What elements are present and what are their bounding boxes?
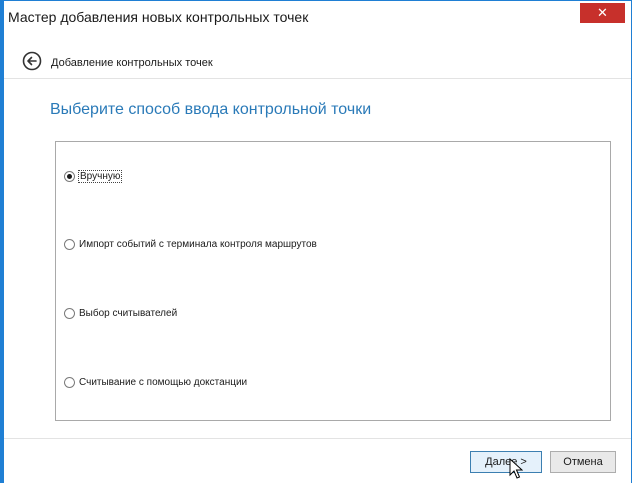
page-heading: Выберите способ ввода контрольной точки (50, 101, 372, 118)
radio-button[interactable] (64, 308, 75, 319)
title-bar[interactable]: Мастер добавления новых контрольных точе… (4, 1, 631, 31)
option-label: Считывание с помощью докстанции (79, 377, 248, 388)
cancel-button[interactable]: Отмена (550, 451, 616, 473)
next-button[interactable]: Далее > (470, 451, 542, 473)
options-group: Вручную Импорт событий с терминала контр… (55, 141, 611, 421)
option-import-events[interactable]: Импорт событий с терминала контроля марш… (64, 239, 317, 250)
option-manual[interactable]: Вручную (64, 170, 123, 183)
wizard-nav: Добавление контрольных точек (4, 45, 631, 79)
option-dock-station[interactable]: Считывание с помощью докстанции (64, 377, 247, 388)
mouse-pointer-icon (509, 458, 523, 479)
option-label: Выбор считывателей (79, 308, 178, 319)
radio-button[interactable] (64, 171, 75, 182)
radio-button[interactable] (64, 239, 75, 250)
footer-divider (4, 438, 631, 439)
close-button[interactable]: ✕ (580, 3, 625, 23)
step-title: Добавление контрольных точек (51, 57, 213, 69)
wizard-window: Мастер добавления новых контрольных точе… (0, 0, 632, 483)
back-arrow-circle-icon[interactable] (22, 51, 42, 71)
option-label: Импорт событий с терминала контроля марш… (79, 239, 317, 250)
option-label: Вручную (77, 170, 123, 183)
window-title: Мастер добавления новых контрольных точе… (8, 9, 309, 25)
radio-button[interactable] (64, 377, 75, 388)
option-select-readers[interactable]: Выбор считывателей (64, 308, 177, 319)
close-icon: ✕ (597, 5, 608, 20)
